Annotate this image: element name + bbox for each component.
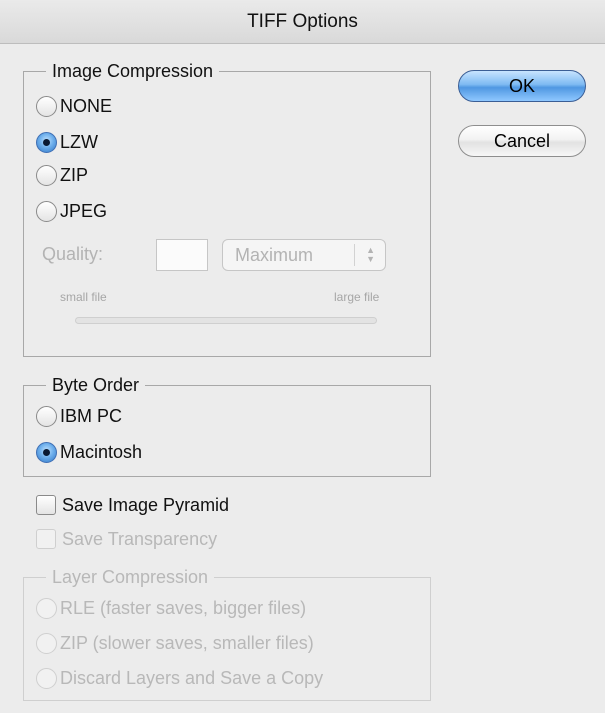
compression-option-none-label: NONE xyxy=(60,95,113,116)
layer-compression-legend: Layer Compression xyxy=(46,566,215,588)
byte-order-legend: Byte Order xyxy=(46,374,146,396)
compression-option-jpeg[interactable]: JPEG xyxy=(36,198,107,224)
save-image-pyramid-label: Save Image Pyramid xyxy=(62,494,230,515)
layer-compression-group: Layer Compression RLE (faster saves, big… xyxy=(23,566,431,701)
save-transparency-label: Save Transparency xyxy=(62,528,218,549)
save-transparency: Save Transparency xyxy=(36,526,217,552)
cancel-button[interactable]: Cancel xyxy=(458,125,586,157)
radio-ibm-pc[interactable] xyxy=(36,405,57,427)
tiff-options-dialog: TIFF Options Image Compression NONE LZW … xyxy=(0,0,605,713)
quality-label: Quality: xyxy=(42,244,104,264)
small-file-label: small file xyxy=(60,290,107,304)
layer-option-rle-label: RLE (faster saves, bigger files) xyxy=(60,597,307,618)
save-transparency-checkbox xyxy=(36,529,56,549)
compression-option-zip[interactable]: ZIP xyxy=(36,162,88,188)
dialog-title: TIFF Options xyxy=(247,11,358,32)
compression-option-jpeg-label: JPEG xyxy=(60,200,108,221)
radio-layer-zip xyxy=(36,632,57,654)
layer-option-discard-label: Discard Layers and Save a Copy xyxy=(60,667,324,688)
save-image-pyramid[interactable]: Save Image Pyramid xyxy=(36,492,229,518)
image-compression-group: Image Compression NONE LZW ZIP JPEG xyxy=(23,60,431,357)
select-divider xyxy=(354,244,355,266)
byte-order-option-ibm-pc-label: IBM PC xyxy=(60,405,123,426)
layer-option-rle: RLE (faster saves, bigger files) xyxy=(36,595,306,621)
save-image-pyramid-checkbox[interactable] xyxy=(36,495,56,515)
image-compression-legend: Image Compression xyxy=(46,60,220,82)
large-file-label: large file xyxy=(334,290,380,304)
layer-option-zip-label: ZIP (slower saves, smaller files) xyxy=(60,632,314,653)
quality-select-value: Maximum xyxy=(235,245,314,265)
byte-order-option-macintosh[interactable]: Macintosh xyxy=(36,439,142,465)
ok-button[interactable]: OK xyxy=(458,70,586,102)
radio-zip[interactable] xyxy=(36,164,57,186)
compression-option-none[interactable]: NONE xyxy=(36,93,112,119)
radio-macintosh[interactable] xyxy=(36,441,57,463)
byte-order-option-ibm-pc[interactable]: IBM PC xyxy=(36,403,122,429)
radio-lzw[interactable] xyxy=(36,131,57,153)
byte-order-option-macintosh-label: Macintosh xyxy=(60,441,143,462)
layer-option-zip: ZIP (slower saves, smaller files) xyxy=(36,630,314,656)
quality-slider xyxy=(75,317,377,324)
quality-select: Maximum ▲ ▼ xyxy=(222,239,386,271)
compression-option-zip-label: ZIP xyxy=(60,164,89,185)
compression-option-lzw[interactable]: LZW xyxy=(36,129,98,155)
compression-option-lzw-label: LZW xyxy=(60,131,98,152)
up-down-arrows-icon: ▲ ▼ xyxy=(366,245,375,264)
radio-jpeg[interactable] xyxy=(36,200,57,222)
title-bar[interactable]: TIFF Options xyxy=(0,0,605,44)
layer-option-discard: Discard Layers and Save a Copy xyxy=(36,665,323,691)
radio-discard xyxy=(36,667,57,689)
quality-input xyxy=(156,239,208,271)
radio-rle xyxy=(36,597,57,619)
radio-none[interactable] xyxy=(36,95,57,117)
byte-order-group: Byte Order IBM PC Macintosh xyxy=(23,374,431,477)
